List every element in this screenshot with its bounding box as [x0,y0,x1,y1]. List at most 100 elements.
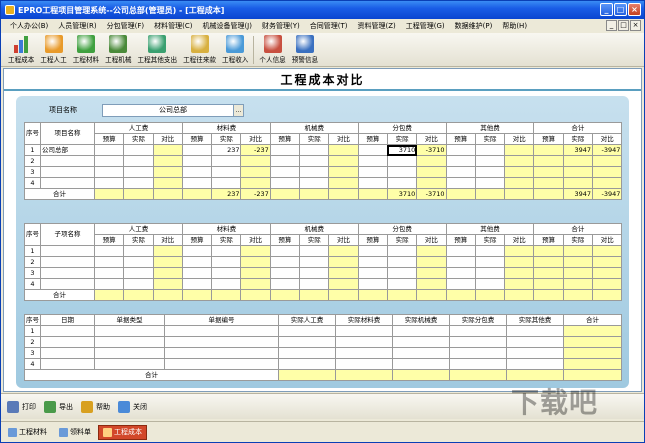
cell[interactable] [386,177,418,189]
cell[interactable] [592,166,623,178]
cell[interactable] [533,245,564,257]
cell[interactable] [504,256,535,268]
row-name[interactable] [40,155,95,167]
cell[interactable] [164,336,279,348]
cell[interactable] [328,245,359,257]
cell[interactable] [269,256,301,268]
cell[interactable] [416,278,447,290]
export-button[interactable]: 导出 [44,400,73,413]
cell[interactable] [123,256,154,268]
cell[interactable] [474,278,506,290]
cell[interactable] [474,245,506,257]
cell[interactable] [181,256,213,268]
cell[interactable] [211,155,242,167]
cell[interactable] [299,166,330,178]
cell[interactable] [269,267,301,279]
cell[interactable] [240,155,271,167]
cell[interactable] [562,177,594,189]
cell[interactable] [592,267,623,279]
cell[interactable] [357,278,388,290]
cell[interactable] [392,336,450,348]
cell[interactable] [278,336,336,348]
cell[interactable] [504,144,535,156]
cell[interactable] [445,278,476,290]
cell[interactable] [240,245,271,257]
cell[interactable] [328,278,359,290]
menu-item-9[interactable]: 数据维护(P) [450,19,498,33]
cell[interactable] [416,245,447,257]
table-row[interactable]: 1 公司总部 237 -237 3710 -3710 3947 -3947 [24,144,623,156]
cell[interactable] [240,278,271,290]
cell[interactable] [269,245,301,257]
cell[interactable] [181,166,213,178]
cell[interactable] [240,166,271,178]
cell[interactable] [562,267,594,279]
cell[interactable]: 237 [211,144,242,156]
cell[interactable] [328,155,359,167]
cell[interactable]: 3710 [386,144,418,156]
menu-item-6[interactable]: 合同管理(T) [305,19,353,33]
toolbar-button-5[interactable]: 工程往来款 [180,33,219,66]
cell[interactable] [278,347,336,359]
cell[interactable] [152,144,183,156]
cell[interactable] [386,256,418,268]
cell[interactable] [474,177,506,189]
cell[interactable] [506,358,564,370]
cell[interactable] [93,177,125,189]
table-row[interactable]: 2 [24,155,623,167]
cell[interactable] [269,155,301,167]
table-row[interactable]: 2 [24,336,622,348]
cell[interactable] [40,325,95,337]
cell[interactable] [445,256,476,268]
tab-1[interactable]: 领料单 [54,425,96,440]
cell[interactable] [562,155,594,167]
table-row[interactable]: 4 [24,177,623,189]
cell[interactable] [445,155,476,167]
cell[interactable] [386,267,418,279]
cell[interactable] [93,267,125,279]
cell[interactable] [474,267,506,279]
help-button[interactable]: 帮助 [81,400,110,413]
cell[interactable] [328,144,359,156]
cell[interactable] [563,325,622,337]
cell[interactable] [563,358,622,370]
cell[interactable] [562,166,594,178]
cell[interactable] [181,245,213,257]
cell[interactable] [445,144,476,156]
cell[interactable] [533,278,564,290]
cell[interactable] [357,267,388,279]
cell[interactable] [335,347,393,359]
cell[interactable] [240,256,271,268]
close-window-button[interactable]: 关闭 [118,400,147,413]
cell[interactable] [93,245,125,257]
cell[interactable] [269,144,301,156]
cell[interactable] [299,144,330,156]
cell[interactable] [474,256,506,268]
cell[interactable] [562,278,594,290]
cell[interactable] [592,256,623,268]
cell[interactable] [181,177,213,189]
cell[interactable] [562,256,594,268]
cell[interactable] [533,267,564,279]
cell[interactable] [563,347,622,359]
cell[interactable] [181,267,213,279]
cell[interactable] [152,155,183,167]
cell[interactable] [533,144,564,156]
cell[interactable] [211,166,242,178]
row-name[interactable] [40,278,95,290]
cell[interactable] [123,245,154,257]
cell[interactable] [123,155,154,167]
toolbar-button-2[interactable]: 工程材料 [70,33,102,66]
menu-item-0[interactable]: 个人办公(B) [5,19,53,33]
toolbar-button-6[interactable]: 工程收入 [219,33,251,66]
cell[interactable] [592,155,623,167]
cell[interactable] [299,177,330,189]
cell[interactable] [40,347,95,359]
cell[interactable] [533,256,564,268]
menu-item-7[interactable]: 资料管理(Z) [352,19,400,33]
cell[interactable] [474,166,506,178]
cell[interactable] [335,336,393,348]
cell[interactable] [94,336,165,348]
cell[interactable] [181,155,213,167]
cell[interactable] [240,267,271,279]
